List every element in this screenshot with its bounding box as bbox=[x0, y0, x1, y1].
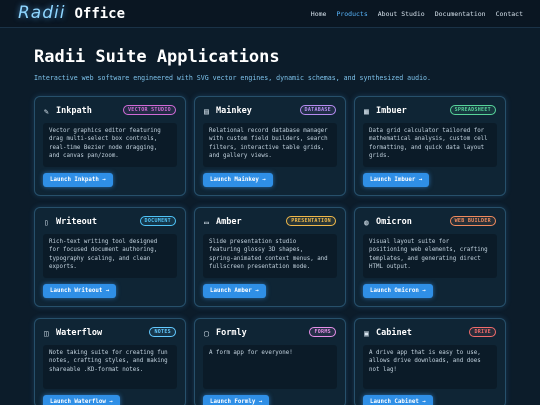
pen-icon: ✎ bbox=[44, 106, 49, 116]
card-description: Data grid calculator tailored for mathem… bbox=[363, 123, 497, 167]
app-card-writeout: ▯ Writeout DOCUMENT Rich-text writing to… bbox=[34, 207, 186, 307]
app-card-waterflow: ◫ Waterflow NOTES Note taking suite for … bbox=[34, 318, 186, 405]
launch-formly-button[interactable]: Launch Formly → bbox=[203, 395, 270, 405]
brand-logo[interactable]: Radii Office bbox=[18, 3, 125, 23]
card-description: A form app for everyone! bbox=[203, 345, 337, 389]
card-header: ▣ Cabinet bbox=[364, 328, 412, 338]
spreadsheet-icon: ▦ bbox=[364, 106, 369, 116]
app-card-cabinet: ▣ Cabinet DRIVE A drive app that is easy… bbox=[354, 318, 506, 405]
category-badge: DOCUMENT bbox=[139, 216, 176, 226]
card-title: Amber bbox=[216, 217, 242, 227]
nav-link-documentation[interactable]: Documentation bbox=[435, 10, 486, 18]
card-description: Relational record database manager with … bbox=[203, 123, 337, 167]
card-title: Writeout bbox=[56, 217, 97, 227]
launch-inkpath-button[interactable]: Launch Inkpath → bbox=[43, 173, 113, 187]
app-card-mainkey: ▤ Mainkey DATABASE Relational record dat… bbox=[194, 96, 346, 196]
card-description: Rich-text writing tool designed for focu… bbox=[43, 234, 177, 278]
nav-link-home[interactable]: Home bbox=[311, 10, 327, 18]
category-badge: DATABASE bbox=[299, 105, 336, 115]
nav-link-about-studio[interactable]: About Studio bbox=[378, 10, 425, 18]
app-card-imbuer: ▦ Imbuer SPREADSHEET Data grid calculato… bbox=[354, 96, 506, 196]
database-icon: ▤ bbox=[204, 106, 209, 116]
category-badge: DRIVE bbox=[469, 327, 496, 337]
main-nav: Home Products About Studio Documentation… bbox=[311, 10, 523, 18]
card-header: ◫ Waterflow bbox=[44, 328, 102, 338]
launch-writeout-button[interactable]: Launch Writeout → bbox=[43, 284, 117, 298]
card-title: Imbuer bbox=[376, 106, 407, 116]
card-description: Vector graphics editor featuring drag mu… bbox=[43, 123, 177, 167]
top-navigation-bar: Radii Office Home Products About Studio … bbox=[0, 0, 540, 28]
category-badge: NOTES bbox=[149, 327, 176, 337]
card-description: Note taking suite for creating fun notes… bbox=[43, 345, 177, 389]
category-badge: WEB BUILDER bbox=[449, 216, 496, 226]
card-header: ▤ Mainkey bbox=[204, 106, 252, 116]
app-card-amber: ▭ Amber PRESENTATION Slide presentation … bbox=[194, 207, 346, 307]
category-badge: PRESENTATION bbox=[286, 216, 336, 226]
page-title: Radii Suite Applications bbox=[34, 47, 280, 67]
nav-link-contact[interactable]: Contact bbox=[496, 10, 523, 18]
nav-link-products[interactable]: Products bbox=[336, 10, 367, 18]
document-icon: ▯ bbox=[44, 217, 49, 227]
page-subtitle: Interactive web software engineered with… bbox=[34, 74, 431, 82]
card-header: ▦ Imbuer bbox=[364, 106, 407, 116]
app-card-omicron: ◍ Omicron WEB BUILDER Visual layout suit… bbox=[354, 207, 506, 307]
notes-icon: ◫ bbox=[44, 328, 49, 338]
card-header: ◍ Omicron bbox=[364, 217, 412, 227]
card-header: ▯ Writeout bbox=[44, 217, 97, 227]
launch-mainkey-button[interactable]: Launch Mainkey → bbox=[203, 173, 273, 187]
category-badge: FORMS bbox=[309, 327, 336, 337]
card-title: Mainkey bbox=[216, 106, 252, 116]
form-icon: ▢ bbox=[204, 328, 209, 338]
card-title: Waterflow bbox=[56, 328, 103, 338]
card-header: ▢ Formly bbox=[204, 328, 247, 338]
category-badge: VECTOR STUDIO bbox=[122, 105, 176, 115]
app-card-formly: ▢ Formly FORMS A form app for everyone! … bbox=[194, 318, 346, 405]
card-header: ✎ Inkpath bbox=[44, 106, 92, 116]
globe-icon: ◍ bbox=[364, 217, 369, 227]
launch-omicron-button[interactable]: Launch Omicron → bbox=[363, 284, 433, 298]
launch-waterflow-button[interactable]: Launch Waterflow → bbox=[43, 395, 120, 405]
card-description: Visual layout suite for positioning web … bbox=[363, 234, 497, 278]
card-description: Slide presentation studio featuring glos… bbox=[203, 234, 337, 278]
card-title: Formly bbox=[216, 328, 247, 338]
brand-name-script: Radii bbox=[18, 3, 66, 23]
category-badge: SPREADSHEET bbox=[449, 105, 496, 115]
card-title: Inkpath bbox=[56, 106, 92, 116]
app-card-inkpath: ✎ Inkpath VECTOR STUDIO Vector graphics … bbox=[34, 96, 186, 196]
drive-icon: ▣ bbox=[364, 328, 369, 338]
brand-name-bold: Office bbox=[74, 6, 126, 22]
card-title: Omicron bbox=[376, 217, 412, 227]
launch-cabinet-button[interactable]: Launch Cabinet → bbox=[363, 395, 433, 405]
launch-imbuer-button[interactable]: Launch Imbuer → bbox=[363, 173, 430, 187]
card-header: ▭ Amber bbox=[204, 217, 242, 227]
card-description: A drive app that is easy to use, allows … bbox=[363, 345, 497, 389]
card-title: Cabinet bbox=[376, 328, 412, 338]
launch-amber-button[interactable]: Launch Amber → bbox=[203, 284, 266, 298]
presentation-icon: ▭ bbox=[204, 217, 209, 227]
